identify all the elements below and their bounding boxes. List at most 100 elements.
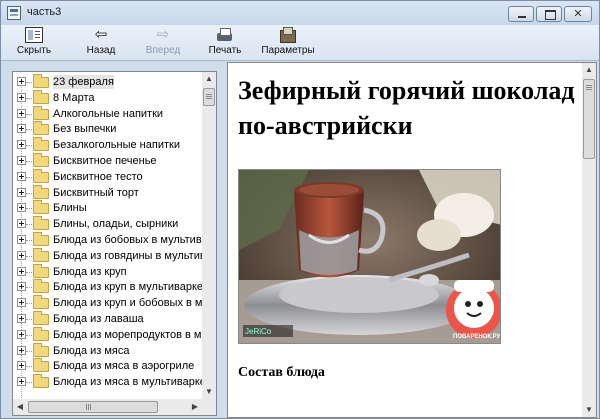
expand-icon[interactable] [17,329,26,339]
options-label: Параметры [261,45,315,56]
print-button[interactable]: Печать [202,25,248,60]
expand-icon[interactable] [17,314,26,323]
expand-icon[interactable] [17,361,26,371]
scroll-thumb[interactable] [583,79,595,159]
tree-item[interactable]: Блюда из мяса [13,342,199,359]
tree-item[interactable]: 8 Марта [13,89,199,106]
tree-item[interactable]: Безалкогольные напитки [13,137,199,153]
scroll-thumb[interactable] [203,88,215,106]
folder-icon [33,342,49,357]
tree-item-label: Блюда из бобовых в мультива [53,234,208,246]
tree-connector [26,319,32,320]
tree-item[interactable]: Блюда из говядины в мультива [13,247,212,264]
tree-item[interactable]: Блюда из бобовых в мультива [13,232,208,248]
tree-connector [26,334,32,336]
scroll-right-icon[interactable]: ▶ [188,400,202,414]
back-button[interactable]: ⇦ Назад [78,25,124,60]
title-bar[interactable]: часть3 ✕ [1,1,599,25]
tree-item-label: 23 февраля [53,75,114,89]
expand-icon[interactable] [17,219,26,229]
maximize-button[interactable] [536,6,562,22]
folder-icon [33,74,49,88]
expand-icon[interactable] [17,140,26,150]
tree-item-label: Без выпечки [53,123,117,136]
folder-icon [33,279,49,294]
tree-item[interactable]: Блины, оладьи, сырники [13,216,199,232]
scroll-down-icon[interactable]: ▼ [582,403,596,417]
expand-icon[interactable] [17,235,26,244]
expand-icon[interactable] [17,298,26,308]
expand-icon[interactable] [17,377,26,387]
tree-item-label: Блюда из лаваша [53,313,144,325]
content-pane: Зефирный горячий шоколад по-австрийски J… [227,62,597,418]
tree-item[interactable]: Блюда из круп и бобовых в му [13,295,208,311]
scroll-up-icon[interactable]: ▲ [202,72,216,86]
folder-icon [33,295,49,310]
hide-button[interactable]: Скрыть [11,25,57,60]
scroll-up-icon[interactable]: ▲ [582,63,596,77]
tree-item-label: Блюда из мяса в мультиварке [53,376,206,389]
tree-item[interactable]: Блюда из морепродуктов в му [13,326,207,343]
tree-item-label: Блюда из говядины в мультива [53,249,212,262]
horizontal-scroll-thumb[interactable] [28,401,158,413]
svg-text:JeRiCo: JeRiCo [245,327,272,336]
tree-item[interactable]: Блюда из круп [13,263,199,280]
tree-connector [26,208,32,210]
tree-item-label: Бисквитное печенье [53,155,157,167]
forward-button[interactable]: ⇨ Вперед [138,25,188,60]
svg-text:ПОВАРЕНОК.РУ: ПОВАРЕНОК.РУ [453,334,501,340]
printer-icon [216,27,234,43]
scroll-down-icon[interactable]: ▼ [202,385,216,399]
tree-connector [26,255,32,257]
tree-vertical-scrollbar[interactable]: ▲ ▼ [202,72,216,399]
tree-item[interactable]: Блюда из мяса в мультиварке [13,374,206,390]
tree-connector [26,192,32,194]
tree-item[interactable]: Бисквитное тесто [13,168,199,185]
app-icon [7,6,21,20]
tree-item[interactable]: Бисквитный торт [13,184,199,201]
article-title: Зефирный горячий шоколад по-австрийски [238,76,575,140]
tree-connector [26,145,32,147]
tree-item[interactable]: Блюда из лаваша [13,311,199,327]
minimize-button[interactable] [508,6,534,22]
expand-icon[interactable] [17,156,26,165]
scroll-left-icon[interactable]: ◀ [13,400,27,414]
close-button[interactable]: ✕ [564,6,592,22]
expand-icon[interactable] [17,124,26,134]
expand-icon[interactable] [17,250,26,260]
tree-connector [26,240,32,241]
expand-icon[interactable] [17,282,26,292]
contents-tree[interactable]: 23 февраля 8 Марта Алкогольные напитки Без … [12,71,217,416]
tree-connector [26,161,32,162]
tree-item-label: Блины, оладьи, сырники [53,218,179,231]
tree-item[interactable]: Бисквитное печенье [13,153,199,169]
tree-item-label: 8 Марта [53,91,95,104]
folder-icon [33,184,49,199]
tree-item[interactable]: Блюда из круп в мультиварке [13,279,203,295]
dish-photo-image: JeRiCo ПОВАРЕНОК.РУ [239,170,501,343]
expand-icon[interactable] [17,266,26,276]
hide-pane-icon [25,27,43,43]
options-button[interactable]: Параметры [259,25,317,60]
section-heading: Состав блюда [238,365,325,380]
expand-icon[interactable] [17,203,26,213]
tree-item[interactable]: Блины [13,200,199,216]
tree-horizontal-scrollbar[interactable]: ◀ ▶ [13,399,202,415]
content-vertical-scrollbar[interactable]: ▲ ▼ [582,63,596,417]
expand-icon[interactable] [17,92,26,102]
tree-connector [26,287,32,289]
expand-icon[interactable] [17,187,26,197]
tree-connector [26,303,32,305]
expand-icon[interactable] [17,345,26,355]
tree-item-label: Бисквитный торт [53,186,139,199]
tree-item[interactable]: Без выпечки [13,121,199,137]
folder-icon [33,263,49,278]
tree-item[interactable]: Блюда из мяса в аэрогриле [13,358,199,374]
tree-item[interactable]: 23 февраля [13,74,199,90]
tree-connector [26,366,32,368]
tree-item[interactable]: Алкогольные напитки [13,105,199,122]
folder-icon [33,358,49,373]
expand-icon[interactable] [17,77,26,86]
expand-icon[interactable] [17,108,26,118]
expand-icon[interactable] [17,171,26,181]
